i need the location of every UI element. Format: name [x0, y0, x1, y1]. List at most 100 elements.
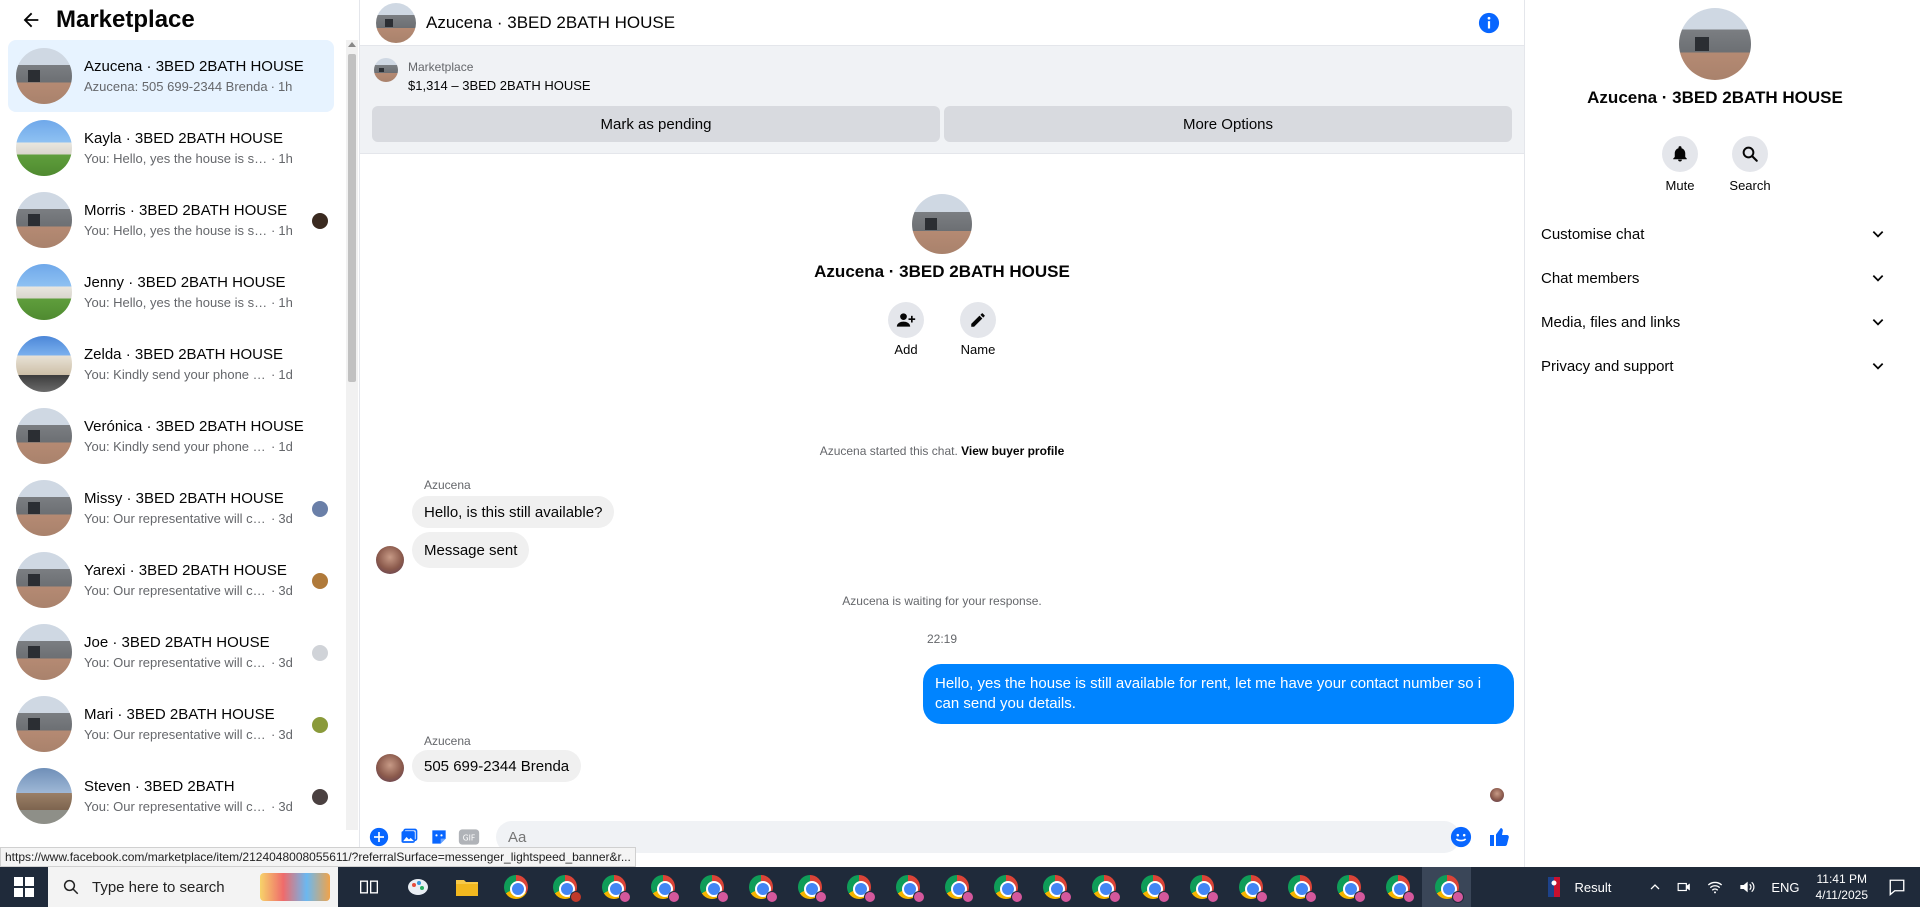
scroll-thumb[interactable] — [348, 54, 356, 382]
back-arrow-icon[interactable] — [20, 9, 42, 31]
customise-chat-section[interactable]: Customise chat — [1541, 212, 1885, 256]
chrome-profile-icon[interactable] — [687, 867, 736, 907]
conversation-item[interactable]: Joe · 3BED 2BATH HOUSE You: Our represent… — [8, 616, 334, 688]
sticker-icon[interactable] — [428, 826, 450, 848]
emoji-icon[interactable] — [1450, 826, 1472, 848]
conversation-item[interactable]: Morris · 3BED 2BATH HOUSE You: Hello, yes… — [8, 184, 334, 256]
conversation-item[interactable]: Jenny · 3BED 2BATH HOUSE You: Hello, yes … — [8, 256, 334, 328]
nba-result-widget[interactable]: Result — [1548, 877, 1611, 897]
conversation-thumbnail — [16, 552, 72, 608]
conversation-item[interactable]: Verónica · 3BED 2BATH HOUSE You: Kindly s… — [8, 400, 334, 472]
incoming-message[interactable]: Hello, is this still available? — [412, 496, 615, 528]
notification-center-icon[interactable] — [1888, 878, 1906, 896]
file-explorer-icon[interactable] — [442, 867, 491, 907]
conversation-item[interactable]: Zelda · 3BED 2BATH HOUSE You: Kindly send… — [8, 328, 334, 400]
paint-app-icon[interactable] — [393, 867, 442, 907]
photo-icon[interactable] — [398, 826, 420, 848]
meet-now-icon[interactable] — [1677, 880, 1691, 894]
conversation-time: 1h — [277, 79, 293, 94]
pencil-icon — [971, 313, 985, 327]
outgoing-message[interactable]: Hello, yes the house is still available … — [923, 664, 1514, 724]
mark-as-pending-button[interactable]: Mark as pending — [372, 106, 940, 142]
chat-header-avatar[interactable] — [376, 2, 416, 43]
scroll-up-arrow-icon[interactable] — [348, 42, 356, 47]
chrome-profile-icon[interactable] — [1030, 867, 1079, 907]
conversation-item[interactable]: Kayla · 3BED 2BATH HOUSE You: Hello, yes … — [8, 112, 334, 184]
media-files-links-section[interactable]: Media, files and links — [1541, 300, 1885, 344]
chat-members-section[interactable]: Chat members — [1541, 256, 1885, 300]
section-label: Media, files and links — [1541, 313, 1681, 331]
conversation-item[interactable]: Yarexi · 3BED 2BATH HOUSE You: Our repres… — [8, 544, 334, 616]
chrome-profile-icon[interactable] — [785, 867, 834, 907]
message-input[interactable] — [496, 821, 1460, 853]
sender-avatar[interactable] — [376, 754, 404, 782]
conversation-meta: Kayla · 3BED 2BATH HOUSE You: Hello, yes … — [84, 130, 312, 166]
incoming-message[interactable]: 505 699-2344 Brenda — [412, 750, 582, 782]
conversation-snippet-row: You: Our representative will con... · 3d — [84, 511, 312, 526]
chrome-profile-icon[interactable] — [834, 867, 883, 907]
chrome-profile-icon[interactable] — [1128, 867, 1177, 907]
conversation-item[interactable]: Steven · 3BED 2BATH You: Our representati… — [8, 760, 334, 832]
incoming-message[interactable]: Message sent — [412, 532, 530, 568]
chrome-profile-icon[interactable] — [1324, 867, 1373, 907]
chrome-profile-icon[interactable] — [883, 867, 932, 907]
chrome-profile-icon[interactable] — [1079, 867, 1128, 907]
volume-icon[interactable] — [1739, 880, 1755, 894]
listing-price-title[interactable]: $1,314 – 3BED 2BATH HOUSE — [408, 78, 591, 93]
chrome-profile-icon[interactable] — [1177, 867, 1226, 907]
conversation-snippet: You: Our representative will con... — [84, 799, 268, 814]
privacy-support-section[interactable]: Privacy and support — [1541, 344, 1885, 388]
conversation-item[interactable]: Azucena · 3BED 2BATH HOUSE Azucena: 505 6… — [8, 40, 334, 112]
taskbar-search[interactable]: Type here to search — [48, 867, 338, 907]
conversation-snippet: You: Hello, yes the house is still ava..… — [84, 295, 268, 310]
wifi-icon[interactable] — [1707, 880, 1723, 894]
more-options-button[interactable]: More Options — [944, 106, 1512, 142]
conversation-time: 1h — [278, 223, 293, 238]
conversation-snippet-row: You: Kindly send your phone if you...·1d — [84, 367, 312, 382]
separator-dot: · — [271, 511, 276, 526]
view-buyer-profile-link[interactable]: View buyer profile — [961, 444, 1064, 458]
info-icon[interactable] — [1478, 12, 1500, 34]
mute-button[interactable]: Mute — [1662, 136, 1698, 193]
chrome-profile-icon[interactable] — [638, 867, 687, 907]
bell-icon — [1673, 146, 1687, 162]
chrome-profile-icon[interactable] — [1422, 867, 1471, 907]
conversation-snippet-row: You: Hello, yes the house is still ... · 1… — [84, 223, 312, 238]
chrome-browser-icon[interactable] — [491, 867, 540, 907]
language-indicator[interactable]: ENG — [1771, 880, 1799, 895]
conversation-time: 1h — [278, 295, 293, 310]
chat-started-note: Azucena started this chat. View buyer pr… — [360, 444, 1524, 458]
gif-icon[interactable]: GIF — [458, 826, 480, 848]
start-button[interactable] — [0, 867, 48, 907]
search-in-chat-button[interactable]: Search — [1729, 136, 1771, 193]
chrome-profile-icon[interactable] — [736, 867, 785, 907]
conversation-item[interactable]: Mari · 3BED 2BATH HOUSE You: Our represen… — [8, 688, 334, 760]
taskbar-clock[interactable]: 11:41 PM 4/11/2025 — [1816, 871, 1869, 903]
chat-header-title[interactable]: Azucena · 3BED 2BATH HOUSE — [426, 13, 675, 33]
rename-button[interactable] — [960, 302, 996, 338]
chrome-profile-icon[interactable] — [1226, 867, 1275, 907]
chrome-profile-icon[interactable] — [981, 867, 1030, 907]
name-label: Name — [960, 342, 996, 357]
more-actions-icon[interactable] — [368, 826, 390, 848]
message-area: Azucena · 3BED 2BATH HOUSE Add Name Azuc… — [360, 154, 1524, 814]
chrome-profile-icon[interactable] — [540, 867, 589, 907]
chrome-profile-icon[interactable] — [1373, 867, 1422, 907]
read-receipt-avatar — [312, 213, 328, 229]
add-person-icon — [896, 313, 916, 327]
conversation-meta: Missy · 3BED 2BATH HOUSE You: Our represe… — [84, 490, 312, 526]
listing-thumbnail[interactable] — [374, 58, 398, 82]
details-name: Azucena · 3BED 2BATH HOUSE — [1587, 88, 1843, 107]
thumbs-up-icon[interactable] — [1488, 825, 1512, 849]
clock-date: 4/11/2025 — [1815, 888, 1869, 902]
chevron-up-icon[interactable] — [1649, 881, 1661, 893]
chrome-profile-icon[interactable] — [932, 867, 981, 907]
sender-avatar[interactable] — [376, 546, 404, 574]
chrome-profile-icon[interactable] — [1275, 867, 1324, 907]
conversation-item[interactable]: Missy · 3BED 2BATH HOUSE You: Our represe… — [8, 472, 334, 544]
conversation-snippet: You: Hello, yes the house is still ava..… — [84, 151, 268, 166]
task-view-icon[interactable] — [344, 867, 393, 907]
add-person-button[interactable] — [888, 302, 924, 338]
sidebar-scrollbar[interactable] — [346, 40, 358, 830]
chrome-profile-icon[interactable] — [589, 867, 638, 907]
